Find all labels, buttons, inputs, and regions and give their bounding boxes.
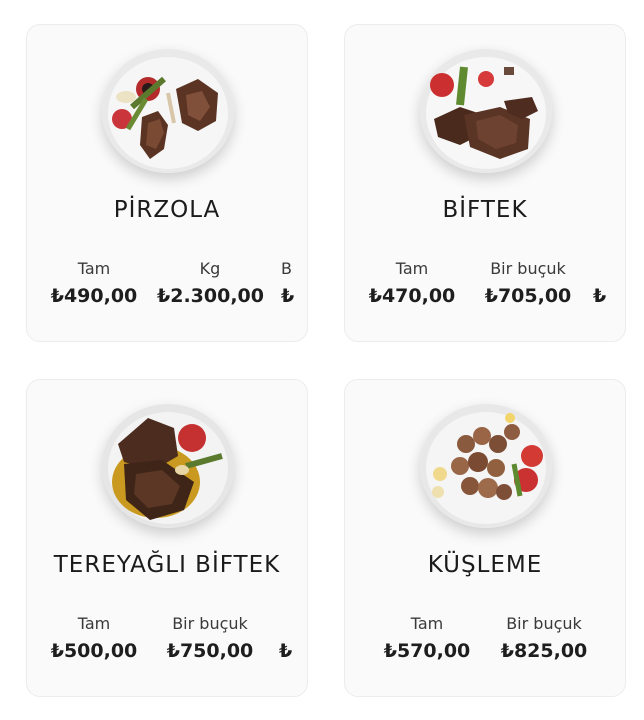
menu-card-tereyagli-biftek[interactable]: TEREYAĞLI BİFTEK Tam ₺500,00 Bir buçuk ₺… bbox=[26, 379, 308, 697]
price-label: Tam bbox=[77, 614, 111, 633]
price-option: Tam ₺470,00 bbox=[365, 257, 459, 311]
item-name: BİFTEK bbox=[442, 197, 528, 223]
kusleme-photo bbox=[420, 404, 552, 528]
tereyagli-biftek-photo bbox=[102, 404, 234, 528]
price-label: Tam bbox=[77, 259, 111, 278]
price-label bbox=[593, 257, 623, 281]
price-value: ₺ bbox=[593, 285, 607, 307]
price-value: ₺825,00 bbox=[500, 640, 588, 662]
price-option: B ₺ bbox=[281, 257, 307, 311]
price-option: Tam ₺570,00 bbox=[381, 612, 473, 666]
price-value: ₺ bbox=[279, 640, 293, 662]
price-value: ₺470,00 bbox=[368, 285, 456, 307]
price-option: Bir buçuk ₺705,00 bbox=[479, 257, 577, 311]
price-option: Tam ₺490,00 bbox=[47, 257, 141, 311]
pirzola-photo bbox=[102, 49, 234, 173]
price-label: Bir buçuk bbox=[490, 259, 566, 278]
price-value: ₺ bbox=[281, 285, 295, 307]
price-label bbox=[279, 612, 307, 636]
price-label: Bir buçuk bbox=[506, 614, 582, 633]
price-list: Tam ₺500,00 Bir buçuk ₺750,00 ₺ bbox=[27, 612, 307, 672]
price-label: Kg bbox=[199, 259, 221, 278]
price-option: Kg ₺2.300,00 bbox=[157, 257, 264, 311]
price-value: ₺2.300,00 bbox=[157, 285, 264, 307]
price-option: Bir buçuk ₺750,00 bbox=[161, 612, 259, 666]
biftek-photo bbox=[420, 49, 552, 173]
price-value: ₺705,00 bbox=[484, 285, 572, 307]
price-option: ₺ bbox=[593, 257, 623, 311]
price-label: B bbox=[281, 259, 292, 278]
item-name: TEREYAĞLI BİFTEK bbox=[53, 552, 281, 578]
price-option: Tam ₺500,00 bbox=[47, 612, 141, 666]
price-list: Tam ₺490,00 Kg ₺2.300,00 B ₺ bbox=[27, 257, 307, 317]
menu-card-kusleme[interactable]: KÜŞLEME Tam ₺570,00 Bir buçuk ₺825,00 bbox=[344, 379, 626, 697]
price-label: Bir buçuk bbox=[172, 614, 248, 633]
menu-card-pirzola[interactable]: PİRZOLA Tam ₺490,00 Kg ₺2.300,00 B ₺ bbox=[26, 24, 308, 342]
item-name: PİRZOLA bbox=[113, 197, 221, 223]
price-value: ₺490,00 bbox=[50, 285, 138, 307]
price-option: ₺ bbox=[279, 612, 307, 666]
menu-card-biftek[interactable]: BİFTEK Tam ₺470,00 Bir buçuk ₺705,00 ₺ bbox=[344, 24, 626, 342]
price-value: ₺570,00 bbox=[383, 640, 471, 662]
price-label: Tam bbox=[410, 614, 444, 633]
item-name: KÜŞLEME bbox=[427, 552, 543, 578]
price-value: ₺750,00 bbox=[166, 640, 254, 662]
price-list: Tam ₺470,00 Bir buçuk ₺705,00 ₺ bbox=[345, 257, 625, 317]
price-value: ₺500,00 bbox=[50, 640, 138, 662]
price-list: Tam ₺570,00 Bir buçuk ₺825,00 bbox=[345, 612, 625, 672]
price-option: Bir buçuk ₺825,00 bbox=[495, 612, 593, 666]
price-label: Tam bbox=[395, 259, 429, 278]
